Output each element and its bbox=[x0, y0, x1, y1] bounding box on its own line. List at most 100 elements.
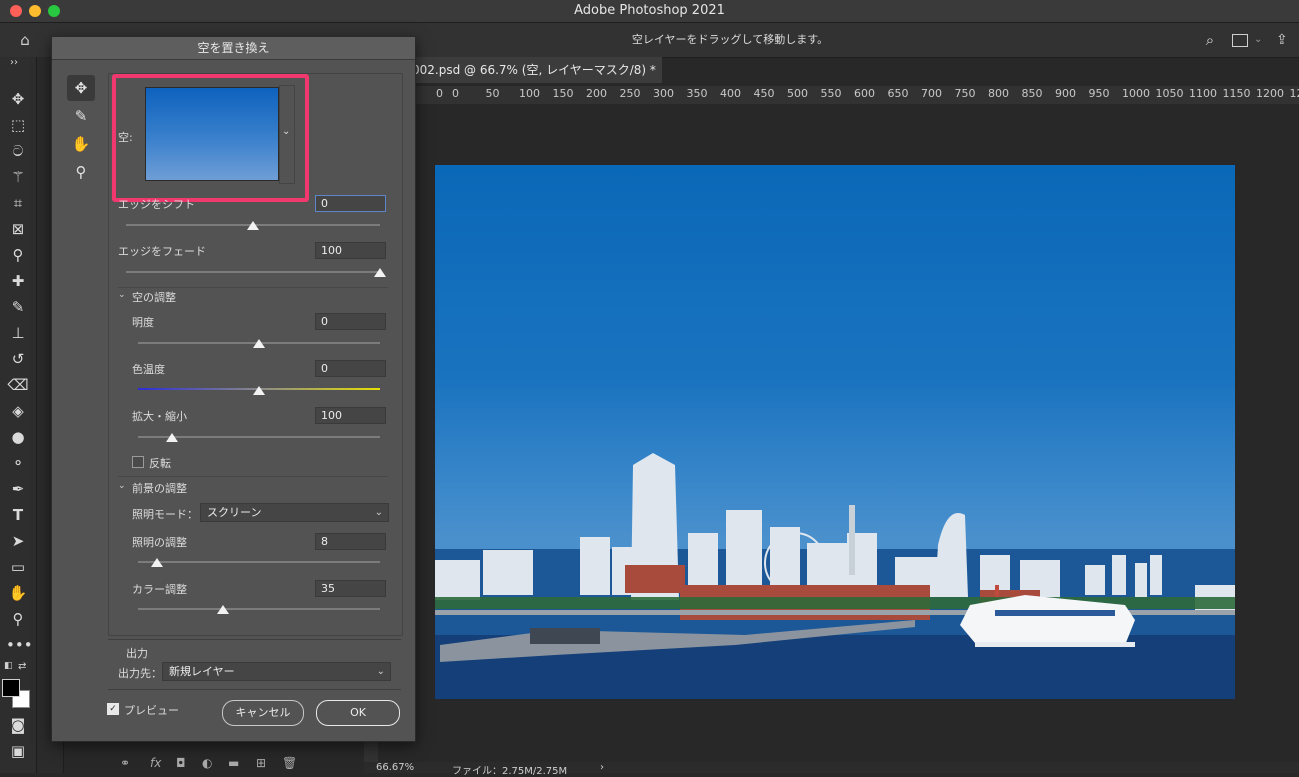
lighting-mode-value: スクリーン bbox=[207, 506, 261, 519]
new-group-icon[interactable]: ▬ bbox=[228, 756, 239, 770]
ruler-tick-label: 600 bbox=[854, 87, 875, 100]
blur-tool-icon[interactable]: ● bbox=[6, 425, 30, 449]
fade-edge-input[interactable]: 100 bbox=[315, 242, 386, 259]
workspace-dropdown-icon[interactable]: ⌄ bbox=[1254, 30, 1264, 50]
magic-wand-tool-icon[interactable]: ⚚ bbox=[6, 165, 30, 189]
sky-adjust-header[interactable]: 空の調整 bbox=[132, 289, 176, 305]
output-dest-label: 出力先： bbox=[118, 665, 162, 681]
search-icon[interactable]: ⌕ bbox=[1200, 30, 1220, 50]
new-layer-icon[interactable]: ⊞ bbox=[256, 756, 266, 770]
adjustment-layer-icon[interactable]: ◐ bbox=[202, 756, 212, 770]
home-icon[interactable]: ⌂ bbox=[14, 30, 36, 50]
cancel-button[interactable]: キャンセル bbox=[222, 700, 304, 726]
lighting-adjust-input[interactable]: 8 bbox=[315, 533, 386, 550]
lighting-adjust-slider-thumb[interactable] bbox=[151, 558, 163, 567]
document-image[interactable] bbox=[435, 165, 1235, 699]
default-colors-icon[interactable]: ◧ bbox=[4, 661, 13, 671]
healing-brush-tool-icon[interactable]: ✚ bbox=[6, 269, 30, 293]
collapse-sky-adjust-icon[interactable]: ⌄ bbox=[118, 290, 126, 300]
tools-panel: ›› ✥ ⬚ ට ⚚ ⌗ ⊠ ⚲ ✚ ✎ ⊥ ↺ ⌫ ◈ ● ⚬ ✒ T ➤ ▭… bbox=[0, 57, 37, 773]
fade-edge-slider[interactable] bbox=[126, 271, 380, 273]
paint-bucket-tool-icon[interactable]: ◈ bbox=[6, 399, 30, 423]
status-menu-arrow-icon[interactable]: › bbox=[600, 762, 604, 773]
divider bbox=[108, 639, 401, 640]
eraser-tool-icon[interactable]: ⌫ bbox=[6, 373, 30, 397]
eyedropper-tool-icon[interactable]: ⚲ bbox=[6, 243, 30, 267]
move-sky-tool-icon[interactable]: ✥ bbox=[67, 75, 95, 101]
layer-style-icon[interactable]: fx bbox=[150, 756, 161, 770]
document-tab[interactable]: 002.psd @ 66.7% (空, レイヤーマスク/8) * bbox=[412, 57, 662, 83]
lighting-mode-select[interactable]: スクリーン ⌄ bbox=[200, 503, 389, 522]
temperature-input[interactable]: 0 bbox=[315, 360, 386, 377]
brightness-slider-thumb[interactable] bbox=[253, 339, 265, 348]
fg-adjust-header[interactable]: 前景の調整 bbox=[132, 480, 187, 496]
scale-input[interactable]: 100 bbox=[315, 407, 386, 424]
sky-brush-tool-icon[interactable]: ✎ bbox=[67, 103, 95, 129]
preview-checkbox[interactable]: ✓ bbox=[107, 703, 119, 715]
more-tools-icon[interactable]: ••• bbox=[6, 633, 30, 657]
color-adjust-slider-thumb[interactable] bbox=[217, 605, 229, 614]
move-tool-icon[interactable]: ✥ bbox=[6, 87, 30, 111]
ruler-tick-label: 950 bbox=[1089, 87, 1110, 100]
clone-stamp-tool-icon[interactable]: ⊥ bbox=[6, 321, 30, 345]
brush-tool-icon[interactable]: ✎ bbox=[6, 295, 30, 319]
ruler-tick-label: 1100 bbox=[1189, 87, 1217, 100]
color-adjust-input[interactable]: 35 bbox=[315, 580, 386, 597]
lasso-tool-icon[interactable]: ට bbox=[6, 139, 30, 163]
scale-label: 拡大・縮小 bbox=[132, 408, 187, 424]
ruler-tick-label: 1050 bbox=[1156, 87, 1184, 100]
divider bbox=[108, 689, 401, 690]
status-bar: 66.67% ファイル：2.75M/2.75M › bbox=[364, 762, 1299, 773]
dodge-tool-icon[interactable]: ⚬ bbox=[6, 451, 30, 475]
hand-tool-icon[interactable]: ✋ bbox=[6, 581, 30, 605]
file-info: ファイル：2.75M/2.75M bbox=[452, 762, 567, 777]
brightness-input[interactable]: 0 bbox=[315, 313, 386, 330]
type-tool-icon[interactable]: T bbox=[6, 503, 30, 527]
divider bbox=[118, 287, 388, 288]
shift-edge-slider-thumb[interactable] bbox=[247, 221, 259, 230]
flip-checkbox[interactable] bbox=[132, 456, 144, 468]
crop-tool-icon[interactable]: ⌗ bbox=[6, 191, 30, 215]
ruler-tick-label: 700 bbox=[921, 87, 942, 100]
share-icon[interactable]: ⇪ bbox=[1276, 30, 1294, 50]
ruler-tick-label: 0 bbox=[452, 87, 459, 100]
ruler-tick-label: 1200 bbox=[1256, 87, 1284, 100]
ruler-tick-label: 50 bbox=[486, 87, 500, 100]
temperature-slider-thumb[interactable] bbox=[253, 386, 265, 395]
swap-colors-icon[interactable]: ⇄ bbox=[18, 661, 26, 672]
delete-layer-icon[interactable]: 🗑 bbox=[282, 756, 297, 770]
chevron-down-icon: ⌄ bbox=[375, 504, 383, 521]
screen-mode-icon[interactable]: ▣ bbox=[6, 739, 30, 763]
fade-edge-slider-thumb[interactable] bbox=[374, 268, 386, 277]
quick-mask-icon[interactable]: ◙ bbox=[6, 713, 30, 737]
workspace-icon[interactable] bbox=[1232, 34, 1248, 47]
foreground-color-swatch[interactable] bbox=[2, 679, 20, 697]
expand-panel-icon[interactable]: ›› bbox=[2, 57, 26, 69]
shift-edge-input[interactable]: 0 bbox=[315, 195, 386, 212]
output-dest-select[interactable]: 新規レイヤー ⌄ bbox=[162, 662, 391, 681]
link-layers-icon[interactable]: ⚭ bbox=[120, 756, 130, 770]
ruler-tick-label: 1150 bbox=[1223, 87, 1251, 100]
zoom-tool-icon[interactable]: ⚲ bbox=[6, 607, 30, 631]
scale-slider-thumb[interactable] bbox=[166, 433, 178, 442]
color-adjust-slider[interactable] bbox=[138, 608, 380, 610]
collapse-fg-adjust-icon[interactable]: ⌄ bbox=[118, 481, 126, 491]
hand-tool-icon[interactable]: ✋ bbox=[67, 131, 95, 157]
output-dest-value: 新規レイヤー bbox=[169, 665, 235, 678]
cityscape-illustration bbox=[435, 165, 1235, 699]
history-brush-tool-icon[interactable]: ↺ bbox=[6, 347, 30, 371]
path-selection-tool-icon[interactable]: ➤ bbox=[6, 529, 30, 553]
brightness-label: 明度 bbox=[132, 314, 154, 330]
ruler-tick-label: 550 bbox=[821, 87, 842, 100]
ruler-tick-label: 750 bbox=[955, 87, 976, 100]
marquee-tool-icon[interactable]: ⬚ bbox=[6, 113, 30, 137]
dialog-title: 空を置き換え bbox=[52, 37, 415, 60]
frame-tool-icon[interactable]: ⊠ bbox=[6, 217, 30, 241]
lighting-adjust-slider[interactable] bbox=[138, 561, 380, 563]
pen-tool-icon[interactable]: ✒ bbox=[6, 477, 30, 501]
ok-button[interactable]: OK bbox=[316, 700, 400, 726]
add-mask-icon[interactable]: ◘ bbox=[176, 756, 186, 770]
zoom-tool-icon[interactable]: ⚲ bbox=[67, 159, 95, 185]
zoom-level[interactable]: 66.67% bbox=[376, 762, 414, 773]
rectangle-tool-icon[interactable]: ▭ bbox=[6, 555, 30, 579]
